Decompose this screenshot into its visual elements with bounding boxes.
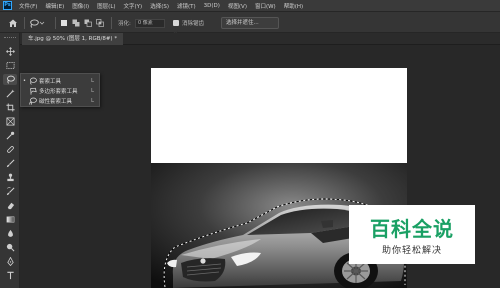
pen-icon[interactable] [3,256,17,267]
lasso-icon [30,18,39,28]
crop-tool-icon[interactable] [3,102,17,113]
menu-select[interactable]: 选择(S) [150,2,169,10]
flyout-item-label: 磁性套索工具 [39,99,73,105]
flyout-item-magnetic-lasso[interactable]: 磁性套索工具 L [21,96,101,106]
home-icon[interactable] [8,12,18,34]
move-tool-icon[interactable] [3,46,17,57]
tool-preset-picker[interactable] [29,12,51,34]
healing-brush-icon[interactable] [3,144,17,155]
canvas-white-area [151,68,407,163]
history-brush-icon[interactable] [3,186,17,197]
flyout-item-lasso[interactable]: • 套索工具 L [21,76,101,86]
marquee-tool-icon[interactable] [3,60,17,71]
document-tab-bar: 车.jpg @ 50% (图层 1, RGB/8#) * [20,33,500,45]
menu-view[interactable]: 视图(V) [228,2,247,10]
new-selection-icon[interactable] [60,19,68,27]
watermark-badge: 百科全说 助你轻松解决 [349,205,475,264]
eraser-icon[interactable] [3,200,17,211]
menu-3d[interactable]: 3D(D) [204,3,220,9]
antialias-label: 消除锯齿 [182,21,205,27]
watermark-subtitle: 助你轻松解决 [381,246,442,256]
intersect-selection-icon[interactable] [96,19,104,27]
brush-icon[interactable] [3,158,17,169]
options-divider [24,17,25,29]
options-divider [55,17,56,29]
flyout-item-shortcut: L [91,98,95,104]
flyout-item-polygonal-lasso[interactable]: 多边形套索工具 L [21,86,101,96]
magic-wand-icon[interactable] [3,88,17,99]
menu-window[interactable]: 窗口(W) [255,2,276,10]
eyedropper-icon[interactable] [3,130,17,141]
feather-input[interactable]: 0 像素 [135,19,165,28]
photoshop-logo[interactable]: Ps [3,1,12,10]
dodge-icon[interactable] [3,242,17,253]
panel-grip[interactable] [4,37,16,39]
lasso-icon [28,77,37,85]
watermark-title: 百科全说 [370,217,454,241]
blur-icon[interactable] [3,228,17,239]
gradient-icon[interactable] [3,214,17,225]
select-and-mask-button[interactable]: 选择并遮住... [221,17,279,29]
feather-label: 羽化: [118,21,131,27]
menu-image[interactable]: 图像(I) [72,2,89,10]
type-icon[interactable] [3,270,17,281]
flyout-item-label: 多边形套索工具 [39,89,78,95]
tools-panel [0,33,20,288]
document-tab[interactable]: 车.jpg @ 50% (图层 1, RGB/8#) * [22,33,124,45]
subtract-from-selection-icon[interactable] [84,19,92,27]
magnetic-lasso-icon [28,97,37,105]
chevron-down-icon [39,21,45,25]
menu-help[interactable]: 帮助(H) [284,2,303,10]
menu-filter[interactable]: 滤镜(T) [177,2,196,10]
flyout-item-label: 套索工具 [39,79,62,85]
lasso-tools-flyout: • 套索工具 L 多边形套索工具 L 磁性套索工具 L [20,73,100,107]
menu-file[interactable]: 文件(F) [19,2,37,10]
flyout-item-shortcut: L [91,78,95,84]
lasso-tool-icon[interactable] [3,74,17,85]
menu-edit[interactable]: 编辑(E) [45,2,64,10]
add-to-selection-icon[interactable] [72,19,80,27]
clone-stamp-icon[interactable] [3,172,17,183]
antialias-checkbox[interactable] [173,20,179,35]
flyout-item-shortcut: L [91,88,95,94]
menu-layer[interactable]: 图层(L) [97,2,115,10]
menu-bar: Ps 文件(F) 编辑(E) 图像(I) 图层(L) 文字(Y) 选择(S) 滤… [0,0,500,11]
selected-bullet: • [23,78,26,84]
frame-tool-icon[interactable] [3,116,17,127]
menu-type[interactable]: 文字(Y) [124,2,143,10]
options-divider [111,17,112,29]
options-bar: 羽化: 0 像素 消除锯齿 选择并遮住... [0,11,500,35]
polygonal-lasso-icon [28,87,37,95]
